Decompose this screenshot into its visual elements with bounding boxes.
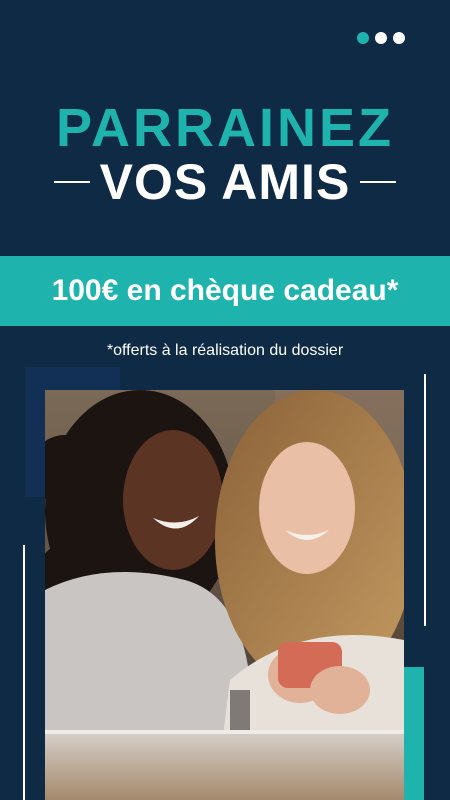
headline-vos-amis: VOS AMIS [99, 154, 351, 210]
offer-banner: 100€ en chèque cadeau* [0, 256, 450, 326]
offer-footnote: *offerts à la réalisation du dossier [106, 342, 344, 359]
decorative-line-left [23, 545, 25, 800]
photo-illustration [45, 390, 404, 800]
more-dots-icon[interactable] [357, 32, 405, 44]
offer-text: 100€ en chèque cadeau* [51, 274, 399, 307]
headline-parrainez: PARRAINEZ [55, 98, 394, 158]
dot-3 [393, 32, 405, 44]
photo-two-women-smartphone [45, 390, 404, 800]
decorative-teal-bar [404, 667, 424, 800]
headline-vos-amis-row: VOS AMIS [0, 152, 450, 212]
decorative-line-right [424, 374, 426, 626]
headline-rule-right [360, 181, 397, 183]
dot-2 [375, 32, 387, 44]
dot-1 [357, 32, 369, 44]
headline-rule-left [53, 181, 90, 183]
